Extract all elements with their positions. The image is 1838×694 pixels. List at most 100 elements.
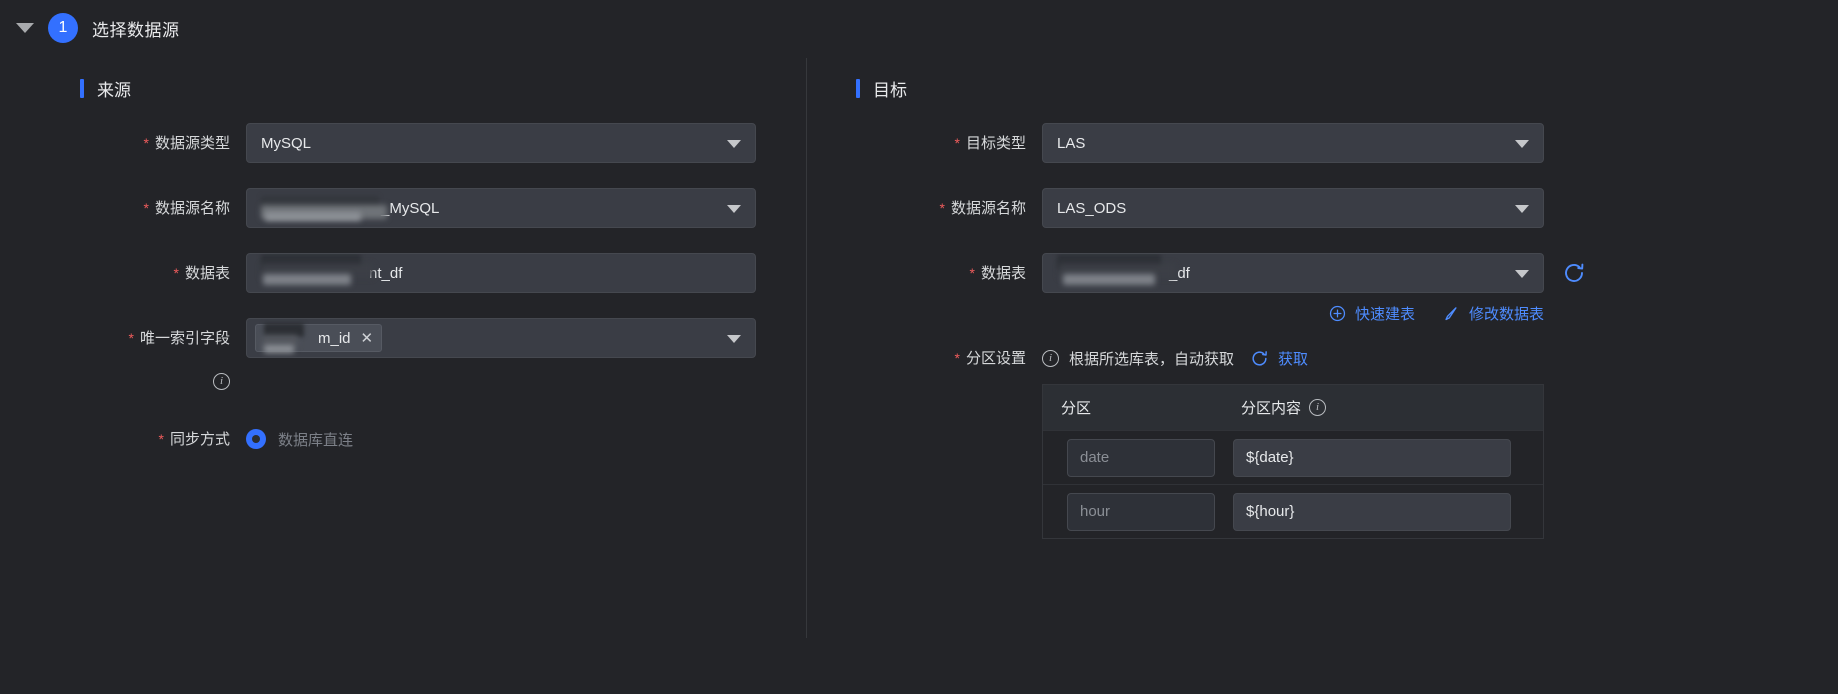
form-columns: 来源 * 数据源类型 MySQL * 数据源名称 _MySQL * 数据表 nt… [0, 56, 1838, 694]
partition-key-input-0[interactable]: date [1067, 438, 1215, 477]
fetch-partition-link[interactable]: 获取 [1250, 348, 1308, 369]
sync-mode-radio-group[interactable]: 数据库直连 [246, 419, 353, 459]
target-partition-settings-control: i 根据所选库表，自动获取 获取 分区 分区内容 i date ${date} … [1042, 338, 1544, 539]
required-asterisk: * [143, 135, 149, 151]
refresh-icon [1252, 350, 1267, 366]
required-asterisk: * [939, 200, 945, 216]
source-sync-mode-label: * 同步方式 [158, 431, 230, 448]
page-title: 选择数据源 [92, 20, 180, 40]
target-type-value: LAS [1057, 134, 1086, 152]
target-section-title: 目标 [856, 76, 1838, 101]
source-datasource-name-label: * 数据源名称 [143, 200, 230, 217]
redacted-text [1057, 254, 1175, 286]
partition-col-value-header-label: 分区内容 [1241, 400, 1302, 417]
target-data-table-select[interactable]: _df [1042, 253, 1544, 293]
partition-col-key-header: 分区 [1061, 400, 1092, 417]
source-datasource-type-control: MySQL [246, 123, 756, 163]
source-datasource-type-row: * 数据源类型 MySQL [80, 123, 806, 164]
required-asterisk: * [173, 265, 179, 281]
partition-table-header: 分区 分区内容 i [1043, 384, 1543, 430]
step-header: 1 选择数据源 [0, 0, 1838, 56]
chevron-down-icon [1515, 140, 1529, 148]
source-datasource-type-value: MySQL [261, 134, 312, 152]
target-type-control: LAS [1042, 123, 1544, 163]
close-icon[interactable]: ✕ [361, 329, 374, 347]
chevron-down-icon [727, 205, 741, 213]
modify-table-label: 修改数据表 [1468, 306, 1544, 323]
target-type-select[interactable]: LAS [1042, 123, 1544, 163]
target-type-label: * 目标类型 [954, 135, 1026, 152]
source-data-table-control: nt_df [246, 253, 756, 293]
plus-circle-icon [1329, 305, 1346, 322]
source-data-table-row: * 数据表 nt_df [80, 253, 806, 294]
target-datasource-name-row: * 数据源名称 LAS_ODS [856, 188, 1838, 229]
target-partition-settings-label: * 分区设置 [954, 350, 1026, 367]
target-section-label: 目标 [873, 81, 907, 100]
partition-value-text-1: ${hour} [1246, 503, 1295, 520]
source-sync-mode-control: 数据库直连 [246, 419, 353, 459]
source-datasource-name-value: _MySQL [381, 199, 440, 217]
required-asterisk: * [969, 265, 975, 281]
source-unique-index-info-slot: i [80, 367, 246, 393]
table-row: date ${date} [1043, 430, 1543, 484]
source-sync-mode-row: * 同步方式 数据库直连 [80, 419, 806, 460]
source-unique-index-control: m_id ✕ [246, 318, 756, 358]
partition-table: 分区 分区内容 i date ${date} hour ${hour} [1042, 384, 1544, 539]
step-number-badge: 1 [48, 13, 78, 43]
source-unique-index-select[interactable]: m_id ✕ [246, 318, 756, 358]
partition-col-value-header: 分区内容 i [1235, 397, 1327, 418]
info-circle-icon[interactable]: i [1042, 349, 1059, 367]
modify-table-link[interactable]: 修改数据表 [1443, 303, 1544, 324]
partition-value-input-0[interactable]: ${date} [1233, 438, 1511, 477]
source-datasource-name-control: _MySQL [246, 188, 756, 228]
redacted-text [262, 323, 308, 353]
partition-value-text-0: ${date} [1246, 449, 1294, 466]
partition-key-input-1[interactable]: hour [1067, 492, 1215, 531]
target-partition-settings-row: * 分区设置 i 根据所选库表，自动获取 获取 分区 分区内容 i date $… [856, 338, 1838, 539]
required-asterisk: * [158, 431, 164, 447]
section-accent-bar [80, 79, 84, 98]
target-datasource-name-label: * 数据源名称 [939, 200, 1026, 217]
unique-index-tag-label: m_id [318, 329, 351, 347]
target-type-row: * 目标类型 LAS [856, 123, 1838, 164]
partition-value-input-1[interactable]: ${hour} [1233, 492, 1511, 531]
source-column: 来源 * 数据源类型 MySQL * 数据源名称 _MySQL * 数据表 nt… [0, 56, 806, 694]
source-datasource-name-select[interactable]: _MySQL [246, 188, 756, 228]
section-accent-bar [856, 79, 860, 98]
target-datasource-name-select[interactable]: LAS_ODS [1042, 188, 1544, 228]
info-circle-icon[interactable]: i [213, 373, 230, 390]
sync-mode-option-label: 数据库直连 [278, 431, 354, 449]
source-unique-index-info-row: i [80, 367, 806, 393]
source-data-table-label: * 数据表 [173, 265, 230, 282]
target-table-actions: 快速建表 修改数据表 [1042, 303, 1544, 324]
source-unique-index-label: * 唯一索引字段 [128, 330, 230, 347]
chevron-down-icon [1515, 270, 1529, 278]
partition-key-placeholder-1: hour [1080, 503, 1111, 520]
target-datasource-name-value: LAS_ODS [1057, 199, 1127, 217]
chevron-down-icon [727, 335, 741, 343]
info-circle-icon[interactable]: i [1309, 399, 1327, 416]
source-datasource-type-label: * 数据源类型 [143, 135, 230, 152]
fetch-partition-label: 获取 [1278, 350, 1309, 368]
source-datasource-type-select[interactable]: MySQL [246, 123, 756, 163]
unique-index-tag: m_id ✕ [255, 323, 383, 353]
source-data-table-input[interactable]: nt_df [246, 253, 756, 293]
refresh-icon[interactable] [1562, 261, 1586, 285]
required-asterisk: * [954, 135, 960, 151]
target-datasource-name-control: LAS_ODS [1042, 188, 1544, 228]
pencil-icon [1445, 307, 1457, 321]
chevron-down-icon [727, 140, 741, 148]
quick-create-table-label: 快速建表 [1354, 306, 1415, 323]
partition-hint-text: 根据所选库表，自动获取 [1069, 350, 1235, 368]
caret-down-icon[interactable] [16, 23, 34, 33]
partition-hint: i 根据所选库表，自动获取 获取 [1042, 338, 1544, 378]
radio-selected-icon[interactable] [246, 429, 266, 449]
target-data-table-row: * 数据表 _df 快速建表 修改数据表 [856, 253, 1838, 324]
required-asterisk: * [143, 200, 149, 216]
required-asterisk: * [128, 330, 134, 346]
source-data-table-value: nt_df [369, 264, 403, 282]
required-asterisk: * [954, 350, 960, 366]
quick-create-table-link[interactable]: 快速建表 [1329, 303, 1415, 324]
partition-key-placeholder-0: date [1080, 449, 1110, 466]
table-row: hour ${hour} [1043, 484, 1543, 538]
